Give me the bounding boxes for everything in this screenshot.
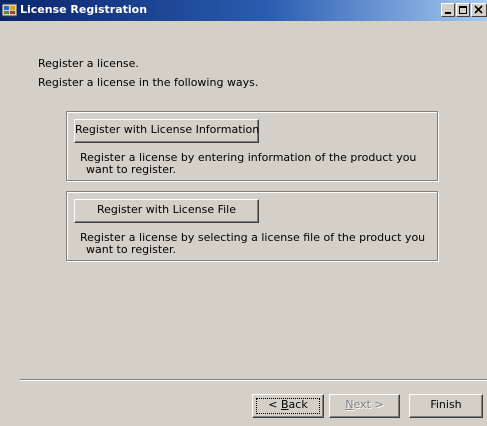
- title-bar[interactable]: License Registration: [0, 0, 487, 21]
- footer-separator: [20, 379, 487, 381]
- license-file-description-line-2: want to register.: [86, 243, 176, 256]
- focus-rectangle: [256, 398, 320, 414]
- maximize-icon: [459, 6, 467, 14]
- license-information-description-line-2: want to register.: [86, 163, 176, 176]
- register-with-license-information-button[interactable]: Register with License Information: [74, 119, 259, 143]
- next-label-rest: ext >: [353, 398, 384, 411]
- intro-line-1: Register a license.: [38, 57, 139, 70]
- next-button[interactable]: Next >: [329, 394, 400, 418]
- close-button[interactable]: [471, 3, 487, 17]
- intro-line-2: Register a license in the following ways…: [38, 76, 259, 89]
- license-app-icon: [2, 3, 17, 17]
- next-label-mnemonic: N: [345, 398, 354, 411]
- license-registration-window: License Registration Register a license.…: [0, 0, 487, 426]
- finish-button[interactable]: Finish: [409, 394, 483, 418]
- close-icon: [474, 5, 483, 14]
- window-title: License Registration: [20, 3, 148, 16]
- back-button[interactable]: < Back: [252, 394, 324, 418]
- register-with-license-file-button[interactable]: Register with License File: [74, 199, 259, 223]
- minimize-icon: [445, 12, 451, 14]
- maximize-button[interactable]: [456, 3, 470, 17]
- minimize-button[interactable]: [441, 3, 455, 17]
